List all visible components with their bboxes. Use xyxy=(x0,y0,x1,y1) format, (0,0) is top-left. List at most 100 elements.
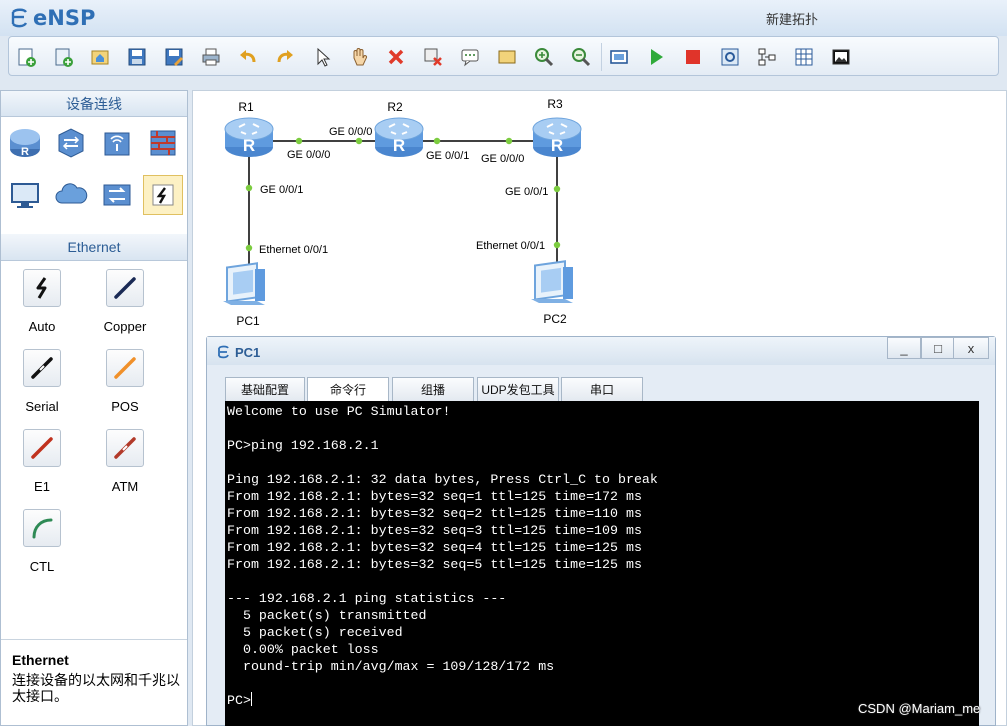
node-label-pc2: PC2 xyxy=(543,312,567,326)
zoom-in-icon[interactable] xyxy=(531,44,557,70)
screenshot-icon[interactable] xyxy=(828,44,854,70)
text-cursor xyxy=(250,692,252,706)
svg-text:R: R xyxy=(21,146,29,158)
terminal-line: PC>ping 192.168.2.1 xyxy=(227,438,379,453)
stop-device-icon[interactable] xyxy=(680,44,706,70)
port-label: GE 0/0/0 xyxy=(329,126,372,138)
rectangle-icon[interactable] xyxy=(494,44,520,70)
wireless-icon[interactable] xyxy=(97,123,137,163)
router-icon[interactable]: R xyxy=(5,123,45,163)
new-example-icon[interactable] xyxy=(50,44,76,70)
ensp-app: eNSP 新建拓扑 设备连线 R Ethernet Auto Copper Se… xyxy=(0,0,1007,726)
port-dot xyxy=(433,137,441,145)
print-icon[interactable] xyxy=(198,44,224,70)
cable-auto[interactable]: Auto xyxy=(12,269,72,334)
cable-atm[interactable]: ATM xyxy=(95,429,155,494)
node-label-r1: R1 xyxy=(238,100,254,114)
pc1-window-title: PC1 xyxy=(235,345,261,360)
tab-basic-config[interactable]: 基础配置 xyxy=(225,377,305,401)
router-r1[interactable] xyxy=(224,117,274,158)
cable-label: ATM xyxy=(111,479,139,494)
tab-udp-tool[interactable]: UDP发包工具 xyxy=(477,377,559,401)
device-panel: 设备连线 R Ethernet Auto Copper Serial POS E… xyxy=(0,90,188,726)
cable-label: E1 xyxy=(34,479,50,494)
firewall-icon[interactable] xyxy=(143,123,183,163)
port-dot xyxy=(245,184,253,192)
pc-pc1[interactable] xyxy=(222,262,266,306)
capture-icon[interactable] xyxy=(717,44,743,70)
save-icon[interactable] xyxy=(124,44,150,70)
terminal-line: round-trip min/avg/max = 109/128/172 ms xyxy=(227,659,555,674)
node-label-pc1: PC1 xyxy=(236,314,260,328)
adapt-view-icon[interactable] xyxy=(606,44,632,70)
main-toolbar xyxy=(8,36,999,76)
pc-icon[interactable] xyxy=(5,175,45,215)
port-dot xyxy=(505,137,513,145)
open-icon[interactable] xyxy=(87,44,113,70)
cable-info-description: 连接设备的以太网和千兆以太接口。 xyxy=(12,672,180,704)
copper-cable-icon xyxy=(114,277,136,299)
router-r2[interactable] xyxy=(374,117,424,158)
port-dot xyxy=(355,137,363,145)
start-device-icon[interactable] xyxy=(643,44,669,70)
close-button[interactable]: x xyxy=(953,337,989,359)
minimize-button[interactable]: _ xyxy=(887,337,921,359)
topology-diagram: R1 R2 R3 PC1 PC2 GE 0/0/0 GE 0/0/0 GE 0/… xyxy=(222,97,582,328)
cable-label: CTL xyxy=(29,559,55,574)
terminal-output[interactable]: Welcome to use PC Simulator! PC>ping 192… xyxy=(225,401,979,726)
port-label: Ethernet 0/0/1 xyxy=(259,244,328,256)
cable-pos[interactable]: POS xyxy=(95,349,155,414)
cable-serial[interactable]: Serial xyxy=(12,349,72,414)
terminal-line: From 192.168.2.1: bytes=32 seq=2 ttl=125… xyxy=(227,506,642,521)
switch-icon[interactable] xyxy=(51,123,91,163)
auto-cable-icon xyxy=(36,277,47,299)
select-pointer-icon[interactable] xyxy=(309,44,335,70)
tab-command-line[interactable]: 命令行 xyxy=(307,377,389,401)
topology-icon[interactable] xyxy=(754,44,780,70)
cloud-icon[interactable] xyxy=(51,175,91,215)
pan-hand-icon[interactable] xyxy=(346,44,372,70)
delete-link-icon[interactable] xyxy=(420,44,446,70)
cable-ctl[interactable]: CTL xyxy=(12,509,72,574)
port-label: GE 0/0/1 xyxy=(260,184,303,196)
cable-copper[interactable]: Copper xyxy=(95,269,155,334)
zoom-out-icon[interactable] xyxy=(568,44,594,70)
connection-icon[interactable] xyxy=(143,175,183,215)
cable-label: Auto xyxy=(28,319,56,334)
serial-cable-icon xyxy=(31,357,53,379)
port-dot xyxy=(553,241,561,249)
toolbar-separator xyxy=(601,43,602,71)
hub-icon[interactable] xyxy=(97,175,137,215)
terminal-line: Ping 192.168.2.1: 32 data bytes, Press C… xyxy=(227,472,658,487)
router-r3[interactable] xyxy=(532,117,582,158)
cable-panel-title: Ethernet xyxy=(1,234,187,261)
pc-pc2[interactable] xyxy=(530,260,574,304)
cable-info-box: Ethernet 连接设备的以太网和千兆以太接口。 xyxy=(1,639,187,725)
terminal-line: From 192.168.2.1: bytes=32 seq=4 ttl=125… xyxy=(227,540,642,555)
delete-icon[interactable] xyxy=(383,44,409,70)
ctl-cable-icon xyxy=(32,518,53,539)
tab-serial[interactable]: 串口 xyxy=(561,377,643,401)
cable-list: Auto Copper Serial POS E1 ATM CTL xyxy=(1,261,187,629)
grid-icon[interactable] xyxy=(791,44,817,70)
cable-e1[interactable]: E1 xyxy=(12,429,72,494)
text-note-icon[interactable] xyxy=(457,44,483,70)
ensp-logo-icon xyxy=(11,8,28,28)
cable-label: Copper xyxy=(103,319,147,334)
pc1-window-titlebar[interactable]: PC1 _ □ x xyxy=(207,337,995,365)
tab-multicast[interactable]: 组播 xyxy=(392,377,474,401)
app-logo: eNSP xyxy=(10,6,95,30)
terminal-line: From 192.168.2.1: bytes=32 seq=1 ttl=125… xyxy=(227,489,642,504)
maximize-button[interactable]: □ xyxy=(921,337,955,359)
undo-icon[interactable] xyxy=(235,44,261,70)
terminal-line: From 192.168.2.1: bytes=32 seq=3 ttl=125… xyxy=(227,523,642,538)
new-topology-icon[interactable] xyxy=(13,44,39,70)
save-as-icon[interactable] xyxy=(161,44,187,70)
terminal-line: 0.00% packet loss xyxy=(227,642,379,657)
device-category-grid: R xyxy=(1,117,187,233)
port-label: GE 0/0/1 xyxy=(505,186,548,198)
redo-icon[interactable] xyxy=(272,44,298,70)
